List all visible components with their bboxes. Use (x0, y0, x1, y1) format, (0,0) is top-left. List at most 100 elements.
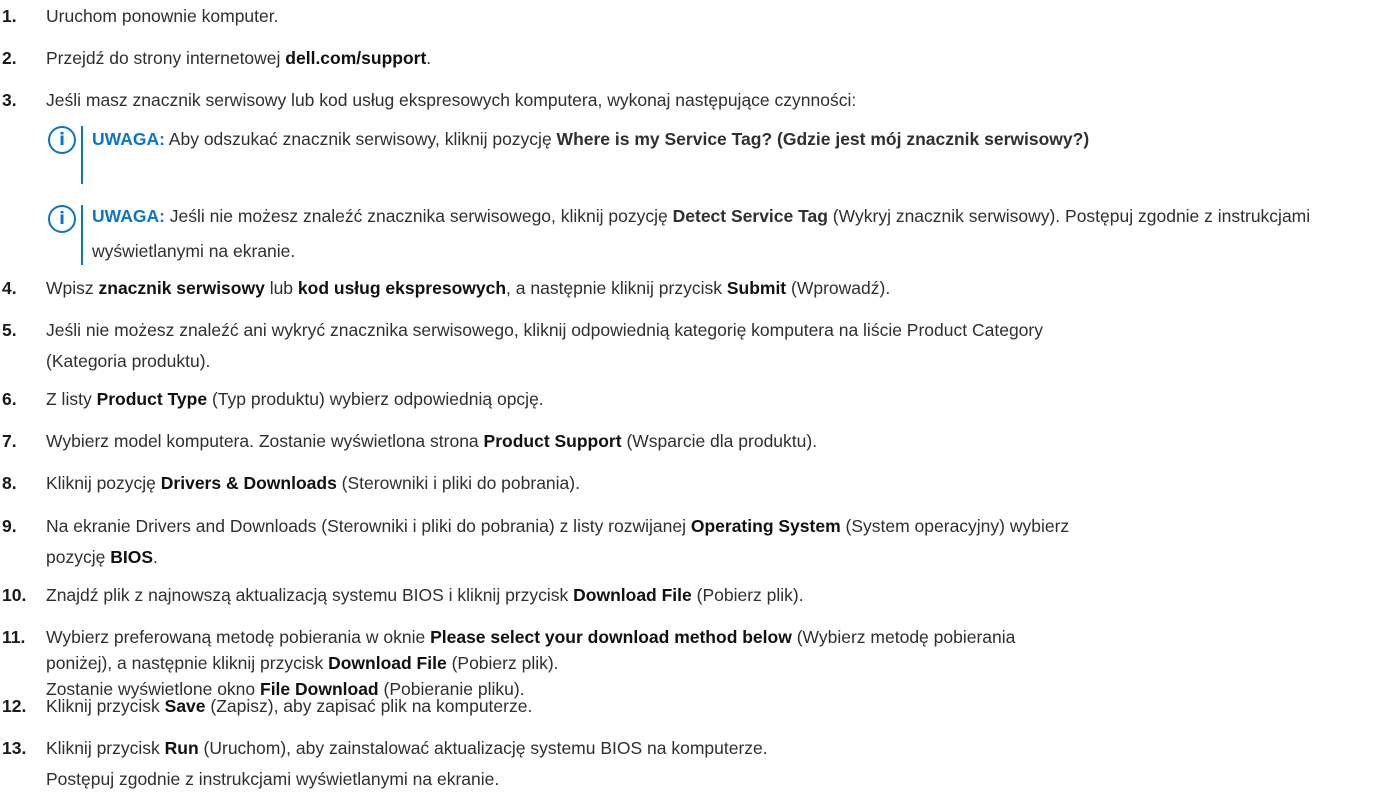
bold-text: BIOS (110, 547, 153, 567)
text-run: Znajdź plik z najnowszą aktualizacją sys… (46, 585, 574, 605)
text-run: (Pobierz plik). (446, 653, 559, 673)
bold-text: Product Support (483, 431, 622, 451)
document-page: 1. Uruchom ponownie komputer. 2. Przejdź do… (0, 0, 1389, 807)
bold-text: Where is my Service Tag? (Gdzie jest mój… (556, 129, 1090, 149)
step-number: 12. (2, 696, 27, 716)
text-run: poniżej), a następnie kliknij przycisk (46, 653, 329, 673)
step-text: Na ekranie Drivers and Downloads (Sterow… (46, 514, 1069, 539)
bold-text: kod usług ekspresowych (297, 278, 507, 298)
info-icon: i (48, 126, 76, 154)
bold-text: Submit (726, 278, 787, 298)
note-divider (81, 126, 83, 184)
note-callout: i UWAGA: Jeśli nie możesz znaleźć znaczni… (48, 205, 1368, 265)
step-item: 3. Jeśli masz znacznik serwisowy lub kod … (0, 88, 1385, 118)
bold-text: Please select your download method below (430, 627, 792, 647)
text-run: Na ekranie Drivers and Downloads (Sterow… (46, 516, 691, 536)
step-text: Kliknij przycisk Run (Uruchom), aby zain… (46, 736, 768, 761)
bold-text: Operating System (690, 516, 841, 536)
text-run: Wybierz preferowaną metodę pobierania w … (46, 627, 431, 647)
bold-text: Save (164, 696, 206, 716)
step-text: Jeśli masz znacznik serwisowy lub kod us… (46, 88, 856, 113)
step-number: 10. (2, 585, 27, 605)
text-run: (System operacyjny) wybierz (840, 516, 1070, 536)
step-text: Kliknij przycisk Save (Zapisz), aby zapi… (46, 694, 532, 719)
step-text-continued: pozycję BIOS. (46, 545, 158, 570)
text-run: lub (264, 278, 298, 298)
text-run: (Sterowniki i pliki do pobrania). (336, 473, 580, 493)
info-icon: i (48, 205, 76, 233)
note-label: UWAGA: (92, 206, 165, 226)
step-text: Jeśli nie możesz znaleźć ani wykryć znac… (46, 318, 1043, 343)
step-number: 13. (2, 738, 27, 758)
bold-text: Detect Service Tag (672, 206, 828, 226)
step-item: 5. Jeśli nie możesz znaleźć ani wykryć zn… (0, 318, 1385, 378)
step-text: Kliknij pozycję Drivers & Downloads (Ste… (46, 471, 580, 496)
step-item: 4. Wpisz znacznik serwisowy lub kod usług… (0, 276, 1385, 306)
text-run: (Kategoria produktu). (46, 351, 211, 371)
step-number: 3. (2, 90, 17, 110)
text-run: , a następnie kliknij przycisk (506, 278, 727, 298)
step-text: Przejdź do strony internetowej dell.com/… (46, 46, 431, 71)
step-item: 9. Na ekranie Drivers and Downloads (Ster… (0, 514, 1385, 574)
text-run: (Wsparcie dla produktu). (621, 431, 818, 451)
step-text: Wpisz znacznik serwisowy lub kod usług e… (46, 276, 890, 301)
text-run: . (426, 48, 432, 68)
step-item: 12. Kliknij przycisk Save (Zapisz), aby z… (0, 694, 1385, 724)
bold-text: dell.com/support (285, 48, 427, 68)
text-run: Uruchom ponownie komputer. (46, 6, 279, 26)
step-text: Wybierz preferowaną metodę pobierania w … (46, 625, 1015, 650)
bold-text: znacznik serwisowy (98, 278, 265, 298)
text-run: (Zapisz), aby zapisać plik na komputerze… (205, 696, 533, 716)
step-item: 13. Kliknij przycisk Run (Uruchom), aby z… (0, 736, 1385, 796)
note-text: UWAGA: Aby odszukać znacznik serwisowy, … (92, 120, 1362, 158)
text-run: Kliknij pozycję (46, 473, 161, 493)
step-number: 8. (2, 473, 17, 493)
bold-text: Drivers & Downloads (160, 473, 337, 493)
step-number: 6. (2, 389, 17, 409)
note-divider (81, 205, 83, 265)
text-run: Jeśli nie możesz znaleźć znacznika serwi… (164, 206, 673, 226)
text-run: Wpisz (46, 278, 99, 298)
text-run: . (153, 547, 158, 567)
text-run: Wybierz model komputera. Zostanie wyświe… (46, 431, 484, 451)
step-item: 8. Kliknij pozycję Drivers & Downloads (S… (0, 471, 1385, 501)
step-text: Wybierz model komputera. Zostanie wyświe… (46, 429, 817, 454)
text-run: Kliknij przycisk (46, 738, 165, 758)
note-text: UWAGA: Jeśli nie możesz znaleźć znacznik… (92, 199, 1362, 269)
step-item: 1. Uruchom ponownie komputer. (0, 4, 1385, 34)
text-run: (Pobierz plik). (691, 585, 804, 605)
text-run: Postępuj zgodnie z instrukcjami wyświetl… (46, 769, 500, 789)
step-item: 10. Znajdź plik z najnowszą aktualizacją … (0, 583, 1385, 613)
step-number: 7. (2, 431, 17, 451)
step-text-continued: Postępuj zgodnie z instrukcjami wyświetl… (46, 767, 499, 792)
text-run: (Wprowadź). (786, 278, 891, 298)
step-item: 6. Z listy Product Type (Typ produktu) wy… (0, 387, 1385, 417)
step-number: 11. (2, 627, 26, 647)
text-run: Jeśli masz znacznik serwisowy lub kod us… (46, 90, 857, 110)
step-number: 4. (2, 278, 17, 298)
bold-text: Run (164, 738, 199, 758)
step-text: Znajdź plik z najnowszą aktualizacją sys… (46, 583, 804, 608)
bold-text: Download File (328, 653, 447, 673)
note-callout: i UWAGA: Aby odszukać znacznik serwisowy,… (48, 126, 1368, 184)
bold-text: Download File (573, 585, 692, 605)
text-run: pozycję (46, 547, 111, 567)
text-run: Przejdź do strony internetowej (46, 48, 286, 68)
step-number: 5. (2, 320, 17, 340)
step-text-continued: poniżej), a następnie kliknij przycisk D… (46, 651, 559, 676)
step-item: 2. Przejdź do strony internetowej dell.co… (0, 46, 1385, 76)
text-run: Z listy (46, 389, 97, 409)
step-number: 2. (2, 48, 17, 68)
step-number: 9. (2, 516, 17, 536)
note-label: UWAGA: (92, 129, 165, 149)
step-text-continued: (Kategoria produktu). (46, 349, 210, 374)
step-text: Z listy Product Type (Typ produktu) wybi… (46, 387, 544, 412)
text-run: Aby odszukać znacznik serwisowy, kliknij… (164, 129, 557, 149)
step-number: 1. (2, 6, 17, 26)
text-run: Jeśli nie możesz znaleźć ani wykryć znac… (46, 320, 1043, 340)
text-run: Kliknij przycisk (46, 696, 165, 716)
text-run: (Uruchom), aby zainstalować aktualizację… (198, 738, 768, 758)
text-run: (Wybierz metodę pobierania (791, 627, 1016, 647)
step-item: 7. Wybierz model komputera. Zostanie wyśw… (0, 429, 1385, 459)
step-text: Uruchom ponownie komputer. (46, 4, 278, 29)
